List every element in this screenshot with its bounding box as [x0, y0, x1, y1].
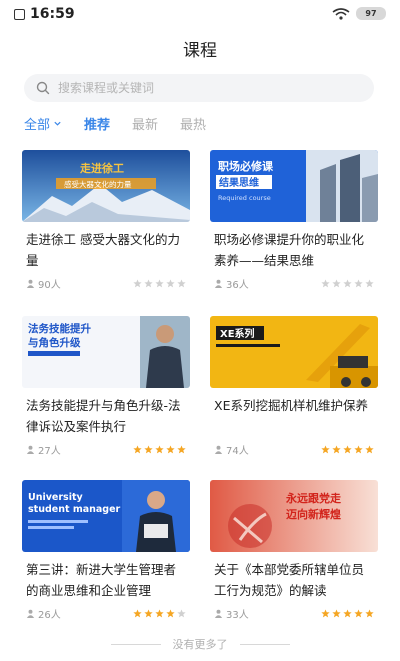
- star-icon: [166, 608, 175, 617]
- page-title: 课程: [183, 41, 217, 61]
- star-icon: [133, 278, 142, 287]
- course-card[interactable]: 职场必修课 结果思维 Required course 职场必修课提升你的职业化素…: [210, 150, 378, 308]
- rating-stars: [319, 608, 374, 618]
- course-title: 法务技能提升与角色升级-法律诉讼及案件执行: [26, 398, 181, 434]
- star-icon: [343, 444, 352, 453]
- star-icon: [321, 608, 330, 617]
- rating-stars: [319, 444, 374, 454]
- search-bar[interactable]: [24, 74, 374, 102]
- course-title: XE系列挖掘机样机维护保养: [214, 398, 368, 413]
- person-icon: [26, 279, 35, 288]
- course-title: 第三讲：新进大学生管理者的商业思维和企业管理: [26, 562, 177, 598]
- star-icon: [144, 278, 153, 287]
- star-icon: [354, 278, 363, 287]
- star-icon: [133, 608, 142, 617]
- person-icon: [214, 609, 223, 618]
- star-icon: [321, 278, 330, 287]
- course-card[interactable]: XE系列 XE系列挖掘机样机维护保养 74人: [210, 316, 378, 474]
- star-icon: [332, 608, 341, 617]
- status-time: 16:59: [30, 6, 75, 22]
- course-card[interactable]: 永远跟党走 迈向新辉煌 关于《本部党委所辖单位员工行为规范》的解读 33人: [210, 480, 378, 638]
- person-icon: [26, 609, 35, 618]
- tab-newest[interactable]: 最新: [132, 114, 158, 133]
- svg-text:法务技能提升: 法务技能提升: [28, 322, 91, 335]
- tab-hottest[interactable]: 最热: [180, 114, 206, 133]
- search-input[interactable]: [58, 81, 348, 95]
- person-icon: [214, 445, 223, 454]
- status-bar: 16:59 97: [0, 0, 400, 28]
- filter-all-dropdown[interactable]: 全部: [24, 114, 62, 133]
- divider: [239, 643, 290, 645]
- star-icon: [166, 444, 175, 453]
- learner-count: 33人: [226, 609, 249, 621]
- star-icon: [155, 608, 164, 617]
- learner-count: 90人: [38, 279, 61, 291]
- star-icon: [332, 278, 341, 287]
- person-icon: [26, 445, 35, 454]
- course-title: 关于《本部党委所辖单位员工行为规范》的解读: [214, 562, 365, 598]
- course-card[interactable]: 法务技能提升 与角色升级 法务技能提升与角色升级-法律诉讼及案件执行 27人: [22, 316, 190, 474]
- battery-icon: 97: [356, 7, 386, 20]
- course-thumbnail: 永远跟党走 迈向新辉煌: [210, 480, 378, 552]
- notification-icon: [14, 8, 25, 20]
- star-icon: [144, 444, 153, 453]
- svg-text:迈向新辉煌: 迈向新辉煌: [286, 507, 341, 521]
- course-thumbnail: 职场必修课 结果思维 Required course: [210, 150, 378, 222]
- tab-recommended[interactable]: 推荐: [84, 114, 110, 133]
- star-icon: [321, 444, 330, 453]
- course-thumbnail: 法务技能提升 与角色升级: [22, 316, 190, 388]
- svg-text:结果思维: 结果思维: [219, 176, 259, 189]
- svg-text:Required course: Required course: [218, 194, 271, 202]
- star-icon: [133, 444, 142, 453]
- rating-stars: [319, 278, 374, 288]
- rating-stars: [131, 608, 186, 618]
- divider: [110, 643, 161, 645]
- no-more-text: 没有更多了: [172, 638, 228, 651]
- course-thumbnail: University student manager: [22, 480, 190, 552]
- star-icon: [177, 444, 186, 453]
- rating-stars: [131, 444, 186, 454]
- star-icon: [177, 608, 186, 617]
- course-title: 职场必修课提升你的职业化素养——结果思维: [214, 232, 365, 268]
- learner-count: 26人: [38, 609, 61, 621]
- learner-count: 36人: [226, 279, 249, 291]
- star-icon: [332, 444, 341, 453]
- list-end-indicator: 没有更多了: [0, 636, 400, 652]
- svg-text:student manager: student manager: [28, 504, 121, 515]
- star-icon: [177, 278, 186, 287]
- svg-text:感受大器文化的力量: 感受大器文化的力量: [64, 179, 132, 189]
- wifi-icon: [332, 7, 350, 20]
- course-title: 走进徐工 感受大器文化的力量: [26, 232, 180, 268]
- course-thumbnail: XE系列: [210, 316, 378, 388]
- star-icon: [365, 608, 374, 617]
- course-thumbnail: 走进徐工 感受大器文化的力量: [22, 150, 190, 222]
- star-icon: [155, 444, 164, 453]
- star-icon: [365, 444, 374, 453]
- course-card[interactable]: 走进徐工 感受大器文化的力量 走进徐工 感受大器文化的力量 90人: [22, 150, 190, 308]
- svg-text:与角色升级: 与角色升级: [28, 336, 81, 349]
- svg-text:职场必修课: 职场必修课: [218, 159, 274, 173]
- person-icon: [214, 279, 223, 288]
- star-icon: [155, 278, 164, 287]
- star-icon: [166, 278, 175, 287]
- star-icon: [354, 608, 363, 617]
- svg-text:XE系列: XE系列: [220, 327, 255, 340]
- star-icon: [343, 278, 352, 287]
- star-icon: [365, 278, 374, 287]
- learner-count: 27人: [38, 445, 61, 457]
- star-icon: [343, 608, 352, 617]
- chevron-down-icon: [54, 121, 61, 126]
- svg-text:永远跟党走: 永远跟党走: [285, 491, 341, 505]
- star-icon: [354, 444, 363, 453]
- svg-text:走进徐工: 走进徐工: [79, 161, 124, 175]
- filter-bar: 全部 推荐 最新 最热: [24, 112, 228, 134]
- learner-count: 74人: [226, 445, 249, 457]
- svg-text:University: University: [28, 492, 84, 503]
- star-icon: [144, 608, 153, 617]
- search-icon: [36, 81, 50, 95]
- filter-all-label: 全部: [24, 117, 51, 133]
- rating-stars: [131, 278, 186, 288]
- course-card[interactable]: University student manager 第三讲：新进大学生管理者的…: [22, 480, 190, 638]
